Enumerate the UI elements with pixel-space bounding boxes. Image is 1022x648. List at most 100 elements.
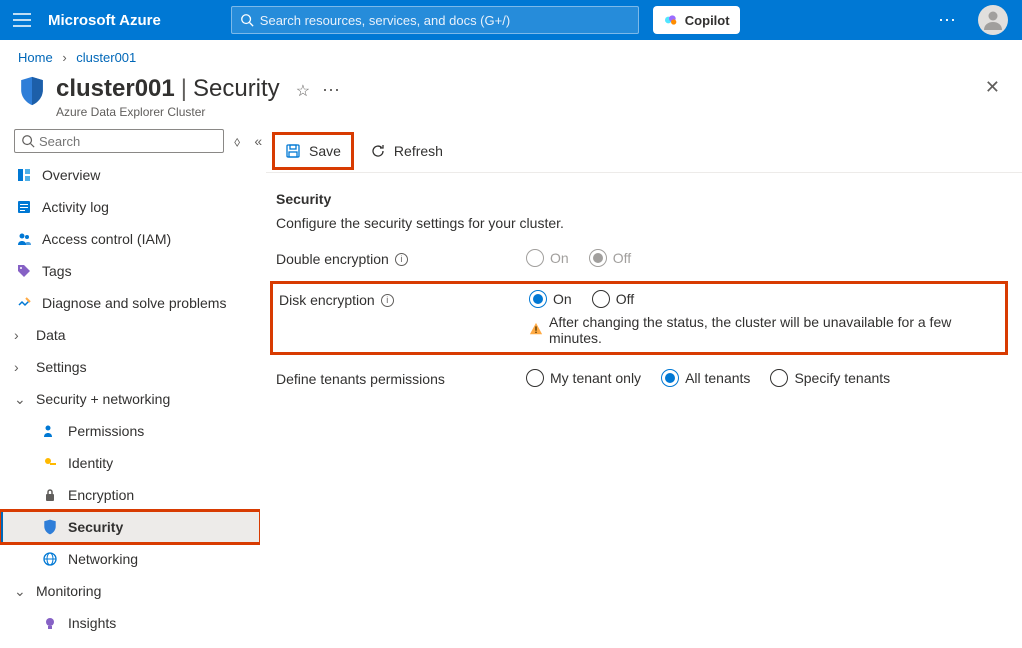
sidebar-item-label: Encryption <box>68 487 134 503</box>
row-tenants: Define tenants permissions My tenant onl… <box>276 369 1002 387</box>
radio-icon <box>589 249 607 267</box>
radio-icon <box>661 369 679 387</box>
sidebar-search[interactable] <box>14 129 224 153</box>
sidebar-item-networking[interactable]: Networking <box>0 543 260 575</box>
page-title-section: Security <box>193 75 280 103</box>
sidebar-item-iam[interactable]: Access control (IAM) <box>0 223 260 255</box>
brand-label: Microsoft Azure <box>44 12 181 29</box>
info-icon[interactable]: i <box>381 294 394 307</box>
sidebar-group-data[interactable]: › Data <box>0 319 260 351</box>
save-button[interactable]: Save <box>275 135 351 167</box>
row-disk-encryption: Disk encryption i On Off <box>270 281 1008 355</box>
global-search[interactable] <box>231 6 639 34</box>
global-search-input[interactable] <box>254 12 630 29</box>
chevron-down-icon: ⌄ <box>14 391 28 408</box>
radio-label: Specify tenants <box>794 370 890 386</box>
sidebar-group-label: Data <box>36 327 66 343</box>
resource-type-label: Azure Data Explorer Cluster <box>56 105 342 119</box>
sidebar-group-label: Monitoring <box>36 583 101 599</box>
sidebar-item-activity-log[interactable]: Activity log <box>0 191 260 223</box>
sidebar-group-settings[interactable]: › Settings <box>0 351 260 383</box>
globe-icon <box>42 551 58 567</box>
double-encryption-off: Off <box>589 249 631 267</box>
sidebar-item-label: Identity <box>68 455 113 471</box>
warning-text: After changing the status, the cluster w… <box>549 314 999 346</box>
top-more-icon[interactable]: ⋯ <box>924 10 972 31</box>
close-blade-icon[interactable]: ✕ <box>985 77 1000 98</box>
info-icon[interactable]: i <box>395 253 408 266</box>
double-encryption-radio-group: On Off <box>526 249 1002 267</box>
content: Security Configure the security settings… <box>266 173 1022 407</box>
main-pane: Save Refresh Security Configure the secu… <box>260 127 1022 647</box>
key-icon <box>42 455 58 471</box>
tenants-all[interactable]: All tenants <box>661 369 750 387</box>
toolbar: Save Refresh <box>266 129 1022 173</box>
radio-icon <box>770 369 788 387</box>
sidebar-sort-icon[interactable]: ⬨ <box>230 133 244 150</box>
copilot-icon <box>663 12 679 28</box>
sidebar-item-encryption[interactable]: Encryption <box>0 479 260 511</box>
double-encryption-label: Double encryption <box>276 251 389 267</box>
radio-label: All tenants <box>685 370 750 386</box>
radio-icon <box>592 290 610 308</box>
disk-encryption-warning: After changing the status, the cluster w… <box>529 314 999 346</box>
radio-label: On <box>550 250 569 266</box>
disk-encryption-radio-group: On Off <box>529 290 999 308</box>
diagnose-icon <box>16 295 32 311</box>
sidebar-item-diagnose[interactable]: Diagnose and solve problems <box>0 287 260 319</box>
top-bar: Microsoft Azure Copilot ⋯ <box>0 0 1022 40</box>
sidebar-group-label: Settings <box>36 359 87 375</box>
sidebar-item-label: Tags <box>42 263 72 279</box>
radio-label: Off <box>613 250 631 266</box>
security-heading: Security <box>276 191 1002 207</box>
shield-icon <box>42 519 58 535</box>
sidebar: ⬨ « Overview Activity log Access control… <box>0 127 260 647</box>
sidebar-item-label: Diagnose and solve problems <box>42 295 226 311</box>
disk-encryption-on[interactable]: On <box>529 290 572 308</box>
tenants-radio-group: My tenant only All tenants Specify tenan… <box>526 369 1002 387</box>
page-title-resource: cluster001 <box>56 75 175 103</box>
people-icon <box>16 231 32 247</box>
user-avatar[interactable] <box>978 5 1008 35</box>
page-title-row: cluster001 | Security ☆ ⋯ Azure Data Exp… <box>0 71 1022 127</box>
sidebar-item-tags[interactable]: Tags <box>0 255 260 287</box>
copilot-label: Copilot <box>685 13 730 28</box>
tenants-my-only[interactable]: My tenant only <box>526 369 641 387</box>
tag-icon <box>16 263 32 279</box>
warning-icon <box>529 322 543 339</box>
breadcrumb-home[interactable]: Home <box>18 50 53 65</box>
sidebar-search-input[interactable] <box>35 133 217 150</box>
radio-icon <box>526 249 544 267</box>
sidebar-item-identity[interactable]: Identity <box>0 447 260 479</box>
save-highlight-box: Save <box>272 132 354 170</box>
double-encryption-on: On <box>526 249 569 267</box>
activity-log-icon <box>16 199 32 215</box>
chevron-right-icon: › <box>14 327 28 343</box>
favorite-star-icon[interactable]: ☆ <box>296 81 310 101</box>
lock-icon <box>42 487 58 503</box>
sidebar-group-monitoring[interactable]: ⌄ Monitoring <box>0 575 260 607</box>
sidebar-item-insights[interactable]: Insights <box>0 607 260 639</box>
radio-label: My tenant only <box>550 370 641 386</box>
breadcrumb-separator-icon: › <box>56 50 72 65</box>
refresh-button[interactable]: Refresh <box>360 135 453 167</box>
sidebar-group-label: Security + networking <box>36 391 170 407</box>
sidebar-item-label: Overview <box>42 167 100 183</box>
breadcrumb: Home › cluster001 <box>0 40 1022 71</box>
copilot-button[interactable]: Copilot <box>653 6 740 34</box>
sidebar-item-label: Permissions <box>68 423 144 439</box>
sidebar-item-security[interactable]: Security <box>0 511 260 543</box>
sidebar-item-overview[interactable]: Overview <box>0 159 260 191</box>
sidebar-item-permissions[interactable]: Permissions <box>0 415 260 447</box>
title-more-icon[interactable]: ⋯ <box>322 83 342 97</box>
tenants-specify[interactable]: Specify tenants <box>770 369 890 387</box>
sidebar-group-security-networking[interactable]: ⌄ Security + networking <box>0 383 260 415</box>
chevron-right-icon: › <box>14 359 28 375</box>
row-double-encryption: Double encryption i On Off <box>276 249 1002 267</box>
sidebar-item-label: Networking <box>68 551 138 567</box>
breadcrumb-current[interactable]: cluster001 <box>76 50 136 65</box>
save-button-label: Save <box>309 143 341 159</box>
disk-encryption-off[interactable]: Off <box>592 290 634 308</box>
hamburger-menu-icon[interactable] <box>0 0 44 40</box>
security-description: Configure the security settings for your… <box>276 215 1002 231</box>
